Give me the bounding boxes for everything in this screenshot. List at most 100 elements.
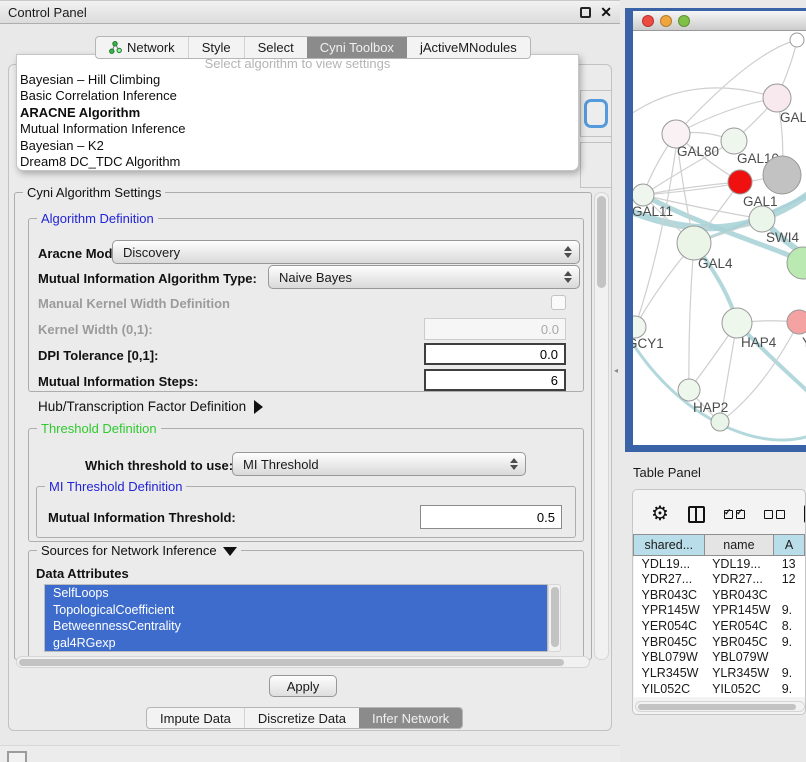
attribute-item[interactable]: BetweennessCentrality <box>45 618 547 635</box>
settings-hscrollbar-thumb[interactable] <box>19 659 564 666</box>
network-node[interactable] <box>711 413 729 431</box>
table-column-header[interactable]: shared... <box>634 535 705 556</box>
network-node[interactable] <box>787 247 806 279</box>
panel-resize-grip[interactable]: ◂ <box>614 366 618 375</box>
hub-definition-toggle[interactable]: Hub/Transcription Factor Definition <box>38 399 263 414</box>
tab-label: Impute Data <box>160 711 231 726</box>
select-all-icon[interactable] <box>724 510 745 519</box>
table-cell: YLR345W <box>704 665 774 681</box>
network-node-gal11[interactable] <box>633 184 654 206</box>
algorithm-option[interactable]: Bayesian – K2 <box>17 138 578 154</box>
table-row[interactable]: YLR345WYLR345W9. <box>634 665 805 681</box>
zoom-traffic-light[interactable] <box>678 15 690 27</box>
attributes-scrollbar[interactable] <box>548 584 561 652</box>
which-threshold-combo[interactable]: MI Threshold <box>232 452 526 476</box>
network-window-frame: GALGAL80GAL10GAL1GAL11SWI4GAL4GCY1HAP4YH… <box>625 8 806 452</box>
network-node[interactable] <box>763 156 801 194</box>
algorithm-option[interactable]: Mutual Information Inference <box>17 121 578 137</box>
network-node-swi4[interactable] <box>749 206 775 232</box>
kernel-width-label: Kernel Width (0,1): <box>38 322 153 337</box>
table-cell: YBR045C <box>634 634 705 650</box>
tab-jactivemnodules[interactable]: jActiveMNodules <box>407 37 530 58</box>
close-panel-icon[interactable]: ✕ <box>600 7 612 18</box>
network-graph[interactable]: GALGAL80GAL10GAL1GAL11SWI4GAL4GCY1HAP4YH… <box>633 31 806 445</box>
table-row[interactable]: YIL052CYIL052C9. <box>634 681 805 697</box>
table-panel-title: Table Panel <box>633 465 701 480</box>
table-cell: YER054C <box>634 618 705 634</box>
table-cell: 9. <box>774 603 805 619</box>
attribute-item[interactable]: gal4RGexp <box>45 635 547 652</box>
network-node-gal[interactable] <box>763 84 791 112</box>
sources-group-title[interactable]: Sources for Network Inference <box>37 543 241 558</box>
data-attributes-list[interactable]: SelfLoopsTopologicalCoefficientBetweenne… <box>44 584 548 652</box>
table-column-header[interactable]: A <box>774 535 805 556</box>
table-hscrollbar-thumb[interactable] <box>638 704 796 710</box>
network-node-hap4[interactable] <box>722 308 752 338</box>
minimized-panel-icon[interactable] <box>7 751 27 762</box>
table-row[interactable]: YER054CYER054C8. <box>634 618 805 634</box>
mi-steps-field[interactable]: 6 <box>424 369 566 391</box>
network-edge[interactable] <box>689 243 694 390</box>
table-cell: YPR145W <box>634 603 705 619</box>
table-row[interactable]: YDL19...YDL19...13 <box>634 556 805 572</box>
which-threshold-value: MI Threshold <box>243 457 319 472</box>
tab-cyni-toolbox[interactable]: Cyni Toolbox <box>307 37 407 58</box>
control-panel-title: Control Panel <box>8 5 87 20</box>
network-node-y[interactable] <box>787 310 806 334</box>
table-settings-gear-icon[interactable]: ⚙ <box>651 504 669 524</box>
float-panel-icon[interactable] <box>580 7 591 18</box>
settings-hscrollbar[interactable] <box>16 656 590 668</box>
network-edge[interactable] <box>643 182 740 195</box>
bottom-strip <box>0 745 620 762</box>
network-titlebar[interactable] <box>633 11 806 31</box>
tab-infer-network[interactable]: Infer Network <box>359 708 462 728</box>
network-node-gal4[interactable] <box>677 226 711 260</box>
manual-kernel-checkbox[interactable] <box>551 295 566 310</box>
table-column-header[interactable]: name <box>704 535 774 556</box>
table-row[interactable]: YBR043CYBR043C <box>634 587 805 603</box>
network-node-gcy1[interactable] <box>633 316 646 338</box>
manual-kernel-label: Manual Kernel Width Definition <box>38 296 230 311</box>
node-label: GAL11 <box>633 204 673 219</box>
dpi-tolerance-field[interactable]: 0.0 <box>424 343 566 365</box>
table-row[interactable]: YDR27...YDR27...12 <box>634 571 805 587</box>
network-node[interactable] <box>790 33 804 47</box>
algorithm-option[interactable]: Bayesian – Hill Climbing <box>17 72 578 88</box>
network-node-gal1[interactable] <box>728 170 752 194</box>
node-attribute-table[interactable]: shared...nameA YDL19...YDL19...13YDR27..… <box>633 534 805 697</box>
tab-impute-data[interactable]: Impute Data <box>147 708 244 728</box>
table-row[interactable]: YBR045CYBR045C9. <box>634 634 805 650</box>
attribute-item[interactable]: TopologicalCoefficient <box>45 602 547 619</box>
kernel-width-field[interactable]: 0.0 <box>424 318 566 340</box>
close-traffic-light[interactable] <box>642 15 654 27</box>
attribute-item[interactable]: SelfLoops <box>45 585 547 602</box>
minimize-traffic-light[interactable] <box>660 15 672 27</box>
tab-style[interactable]: Style <box>188 37 244 58</box>
network-edge[interactable] <box>676 98 777 134</box>
mi-threshold-label: Mutual Information Threshold: <box>48 510 236 525</box>
tab-discretize-data[interactable]: Discretize Data <box>244 708 359 728</box>
mi-threshold-field[interactable]: 0.5 <box>420 505 562 529</box>
mi-type-combo[interactable]: Naive Bayes <box>268 265 580 289</box>
node-label: GAL <box>780 110 806 125</box>
tab-select[interactable]: Select <box>244 37 307 58</box>
attributes-scrollbar-thumb[interactable] <box>551 587 559 647</box>
network-edge[interactable] <box>635 148 676 327</box>
column-layout-icon[interactable] <box>688 506 705 523</box>
settings-scrollbar[interactable] <box>594 192 609 660</box>
table-row[interactable]: YBL079WYBL079W <box>634 650 805 666</box>
deselect-all-icon[interactable] <box>764 510 785 519</box>
aracne-mode-combo[interactable]: Discovery <box>112 240 580 264</box>
table-row[interactable]: YPR145WYPR145W9. <box>634 603 805 619</box>
algorithm-option[interactable]: Dream8 DC_TDC Algorithm <box>17 154 578 170</box>
algorithm-option[interactable]: Basic Correlation Inference <box>17 88 578 104</box>
network-node-hap2[interactable] <box>678 379 700 401</box>
focused-button-sliver[interactable] <box>584 99 608 128</box>
network-canvas[interactable]: GALGAL80GAL10GAL1GAL11SWI4GAL4GCY1HAP4YH… <box>633 31 806 445</box>
settings-scrollbar-thumb[interactable] <box>597 196 606 288</box>
tab-network[interactable]: Network <box>96 37 188 58</box>
apply-button[interactable]: Apply <box>269 675 337 697</box>
table-cell: 9. <box>774 665 805 681</box>
algorithm-option[interactable]: ARACNE Algorithm <box>17 105 578 121</box>
table-hscrollbar[interactable] <box>635 701 805 712</box>
